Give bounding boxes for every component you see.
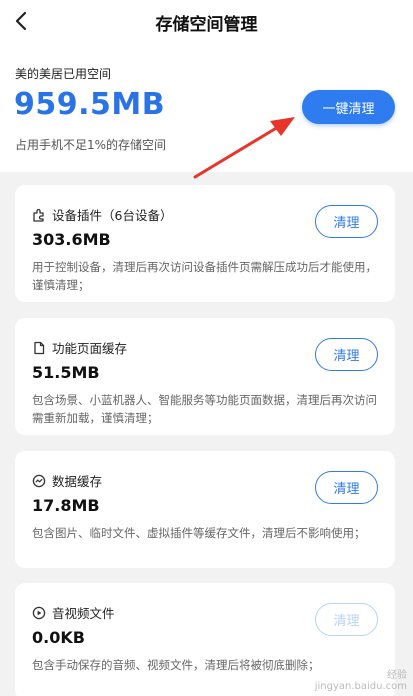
clean-media-files-button[interactable]: 清理 <box>315 603 378 636</box>
clean-data-cache-button[interactable]: 清理 <box>315 471 378 504</box>
file-icon <box>32 341 46 355</box>
used-space-label: 美的美居已用空间 <box>15 67 112 81</box>
storage-management-page: 存储空间管理 美的美居已用空间 959.5MB 占用手机不足1%的存储空间 一键… <box>0 0 413 696</box>
card-description: 包含场景、小蓝机器人、智能服务等功能页面数据，清理后再次访问需重新加载，谨慎清理… <box>32 393 377 425</box>
watermark: 经验 jingyan.baidu.com <box>314 670 407 692</box>
card-data-cache: 数据缓存 17.8MB 包含图片、临时文件、虚拟插件等缓存文件，清理后不影响使用… <box>15 451 395 568</box>
card-size: 303.6MB <box>32 230 111 249</box>
summary-section: 存储空间管理 美的美居已用空间 959.5MB 占用手机不足1%的存储空间 一键… <box>0 0 413 172</box>
page-title: 存储空间管理 <box>155 15 258 35</box>
card-title: 音视频文件 <box>52 606 115 621</box>
card-size: 0.0KB <box>32 628 85 647</box>
chart-circle-icon <box>32 474 46 488</box>
clean-device-plugins-button[interactable]: 清理 <box>315 205 378 238</box>
card-description: 用于控制设备，清理后再次访问设备插件页需解压成功后才能使用，谨慎清理； <box>32 260 377 292</box>
card-size: 17.8MB <box>32 496 100 515</box>
card-page-cache: 功能页面缓存 51.5MB 包含场景、小蓝机器人、智能服务等功能页面数据，清理后… <box>15 318 395 435</box>
used-space-value: 959.5MB <box>14 87 166 122</box>
clean-all-button[interactable]: 一键清理 <box>302 90 395 124</box>
puzzle-icon <box>32 208 46 222</box>
card-device-plugins: 设备插件（6台设备） 303.6MB 用于控制设备，清理后再次访问设备插件页需解… <box>15 185 395 302</box>
clean-page-cache-button[interactable]: 清理 <box>315 338 378 371</box>
card-title: 设备插件（6台设备） <box>52 208 173 223</box>
play-circle-icon <box>32 606 46 620</box>
card-size: 51.5MB <box>32 363 100 382</box>
card-title: 数据缓存 <box>52 474 103 489</box>
card-title: 功能页面缓存 <box>52 341 128 356</box>
card-description: 包含图片、临时文件、虚拟插件等缓存文件，清理后不影响使用； <box>32 526 366 540</box>
used-space-percentage: 占用手机不足1%的存储空间 <box>15 138 167 152</box>
